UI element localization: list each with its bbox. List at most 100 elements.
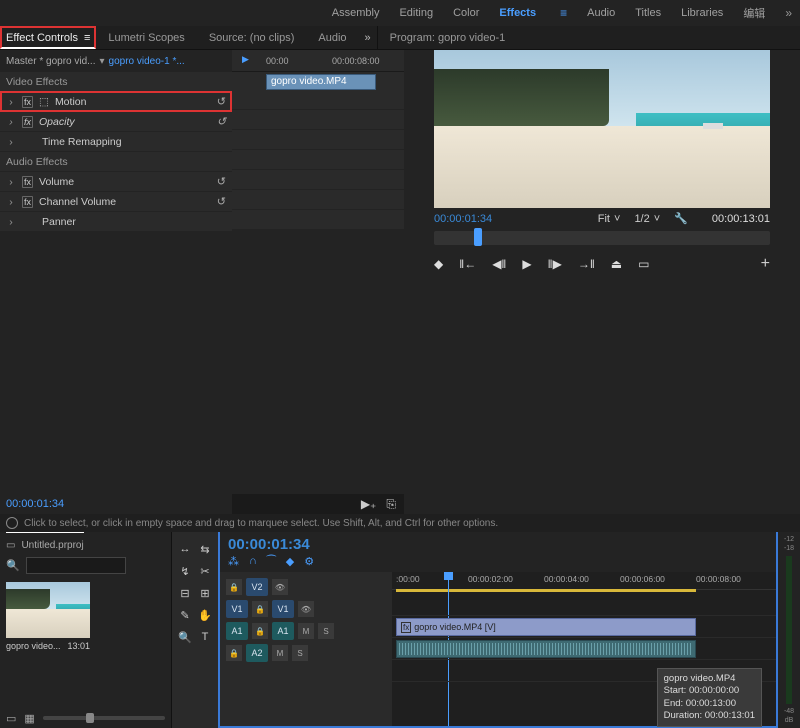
track-a2-label[interactable]: A2 — [246, 644, 268, 662]
playhead-icon[interactable]: ▶ — [242, 54, 249, 65]
track-a1-label[interactable]: A1 — [272, 622, 294, 640]
step-back-icon[interactable]: ◀‖ — [492, 257, 506, 271]
track-a1-source[interactable]: A1 — [226, 622, 248, 640]
marker-icon[interactable]: ◆ — [434, 257, 443, 271]
track-v1-source[interactable]: V1 — [226, 600, 248, 618]
tab-program[interactable]: Program: gopro video-1 — [377, 26, 518, 49]
type-tool-icon[interactable]: T — [196, 628, 214, 646]
twirl-icon[interactable]: › — [6, 176, 16, 188]
tab-lumetri-scopes[interactable]: Lumetri Scopes — [96, 26, 196, 49]
reset-icon[interactable]: ↺ — [217, 175, 226, 188]
slide-tool-icon[interactable]: ⊞ — [196, 584, 214, 602]
track-v1-label[interactable]: V1 — [272, 600, 294, 618]
zoom-dropdown[interactable]: 1/2 ˅ — [634, 213, 660, 225]
twirl-icon[interactable]: › — [6, 116, 16, 128]
project-search-input[interactable] — [26, 557, 126, 574]
track-lock-icon[interactable]: 🔒 — [226, 579, 242, 595]
mute-icon[interactable]: M — [272, 645, 288, 661]
zoom-tool-icon[interactable]: 🔍 — [176, 628, 194, 646]
solo-icon[interactable]: S — [318, 623, 334, 639]
effect-playhead-time[interactable]: 00:00:01:34 — [0, 494, 232, 514]
razor-tool-icon[interactable]: ✂ — [196, 562, 214, 580]
audio-meter: 0 -6 -12 -18 -48 dB — [778, 514, 800, 728]
solo-icon[interactable]: S — [292, 645, 308, 661]
ws-assembly[interactable]: Assembly — [332, 7, 380, 19]
play-icon[interactable]: ▶ — [522, 257, 531, 271]
mute-icon[interactable]: M — [298, 623, 314, 639]
overflow-icon[interactable]: » — [785, 6, 792, 20]
fx-badge: fx — [22, 116, 33, 128]
export-frame-icon[interactable]: ⎘ — [386, 497, 396, 512]
ws-titles[interactable]: Titles — [635, 7, 661, 19]
twirl-icon[interactable]: › — [6, 136, 16, 148]
tab-source[interactable]: Source: (no clips) — [197, 26, 307, 49]
tab-effect-controls[interactable]: Effect Controls ≡ — [0, 26, 96, 49]
crumb-clip[interactable]: gopro video-1 *... — [109, 56, 185, 67]
effect-channel-volume[interactable]: › fx Channel Volume ↺ — [0, 192, 232, 212]
program-monitor[interactable] — [434, 50, 770, 208]
reset-icon[interactable]: ↺ — [217, 195, 226, 208]
tab-audio[interactable]: Audio — [306, 26, 358, 49]
effect-clip-bar[interactable]: gopro video.MP4 — [266, 74, 376, 90]
track-lock-icon[interactable]: 🔒 — [252, 623, 268, 639]
track-lock-icon[interactable]: 🔒 — [252, 601, 268, 617]
sort-icon[interactable]: ▶₊ — [361, 497, 377, 511]
add-button-icon[interactable]: + — [761, 255, 770, 273]
program-timecode[interactable]: 00:00:01:34 — [434, 213, 492, 225]
ws-effects[interactable]: Effects — [499, 7, 536, 19]
track-output-icon[interactable]: 👁 — [272, 579, 288, 595]
hamburger-icon[interactable]: ≡ — [84, 32, 90, 44]
program-scrubber[interactable] — [434, 231, 770, 245]
list-view-icon[interactable]: ▭ — [6, 712, 16, 725]
slip-tool-icon[interactable]: ⊟ — [176, 584, 194, 602]
extract-icon[interactable]: ▭ — [638, 257, 649, 271]
twirl-icon[interactable]: › — [6, 196, 16, 208]
thumb-zoom-slider[interactable] — [43, 716, 165, 720]
work-area-bar[interactable] — [396, 589, 696, 592]
pen-tool-icon[interactable]: ✎ — [176, 606, 194, 624]
wrench-icon[interactable]: 🔧 — [674, 212, 688, 225]
reset-icon[interactable]: ↺ — [217, 115, 226, 128]
overflow-icon[interactable]: » — [359, 32, 377, 44]
bin-icon[interactable]: ▭ — [6, 540, 15, 551]
timeline-timecode[interactable]: 00:00:01:34 — [228, 536, 310, 553]
snap-icon[interactable]: ⁂ — [228, 555, 239, 568]
ws-audio[interactable]: Audio — [587, 7, 615, 19]
linked-selection-icon[interactable]: ⁀ — [267, 555, 276, 568]
fit-dropdown[interactable]: Fit ˅ — [598, 213, 621, 225]
ruler-tick: 00:00:02:00 — [468, 574, 513, 584]
effect-time-remapping[interactable]: › Time Remapping — [0, 132, 232, 152]
ws-edit-cn[interactable]: 编辑 — [743, 5, 765, 21]
timeline-clip-video[interactable]: fx gopro video.MP4 [V] — [396, 618, 696, 636]
ws-color[interactable]: Color — [453, 7, 479, 19]
thumb-duration: 13:01 — [67, 641, 90, 651]
effect-volume[interactable]: › fx Volume ↺ — [0, 172, 232, 192]
project-item[interactable]: gopro video... 13:01 — [6, 582, 90, 702]
icon-view-icon[interactable]: ▦ — [24, 712, 34, 725]
marker-icon[interactable]: ◆ — [286, 555, 294, 568]
mark-out-icon[interactable]: →‖ — [578, 257, 595, 271]
settings-icon[interactable]: ⚙ — [304, 555, 314, 568]
twirl-icon[interactable]: › — [6, 216, 16, 228]
track-lock-icon[interactable]: 🔒 — [226, 645, 242, 661]
track-v2-label[interactable]: V2 — [246, 578, 268, 596]
timeline-clip-audio[interactable] — [396, 640, 696, 658]
step-fwd-icon[interactable]: ‖▶ — [548, 257, 562, 271]
hamburger-icon[interactable]: ≡ — [560, 6, 567, 20]
lift-icon[interactable]: ⏏ — [611, 257, 622, 271]
effect-keyframe-ruler[interactable]: ▶ 00:00 00:00:08:00 — [232, 50, 404, 72]
ws-editing[interactable]: Editing — [399, 7, 433, 19]
effect-motion[interactable]: › fx ⬚ Motion ↺ — [0, 92, 232, 112]
ripple-edit-tool-icon[interactable]: ↔ — [176, 540, 194, 558]
track-output-icon[interactable]: 👁 — [298, 601, 314, 617]
search-icon[interactable]: 🔍 — [6, 559, 20, 572]
rate-stretch-tool-icon[interactable]: ↯ — [176, 562, 194, 580]
rolling-edit-tool-icon[interactable]: ⇆ — [196, 540, 214, 558]
mark-in-icon[interactable]: ‖← — [459, 257, 476, 271]
scrubber-playhead[interactable] — [474, 228, 482, 246]
hand-tool-icon[interactable]: ✋ — [196, 606, 214, 624]
effect-opacity[interactable]: › fx Opacity ↺ — [0, 112, 232, 132]
ws-libraries[interactable]: Libraries — [681, 7, 723, 19]
effect-panner[interactable]: › Panner — [0, 212, 232, 232]
magnet-icon[interactable]: ∩ — [249, 555, 257, 568]
